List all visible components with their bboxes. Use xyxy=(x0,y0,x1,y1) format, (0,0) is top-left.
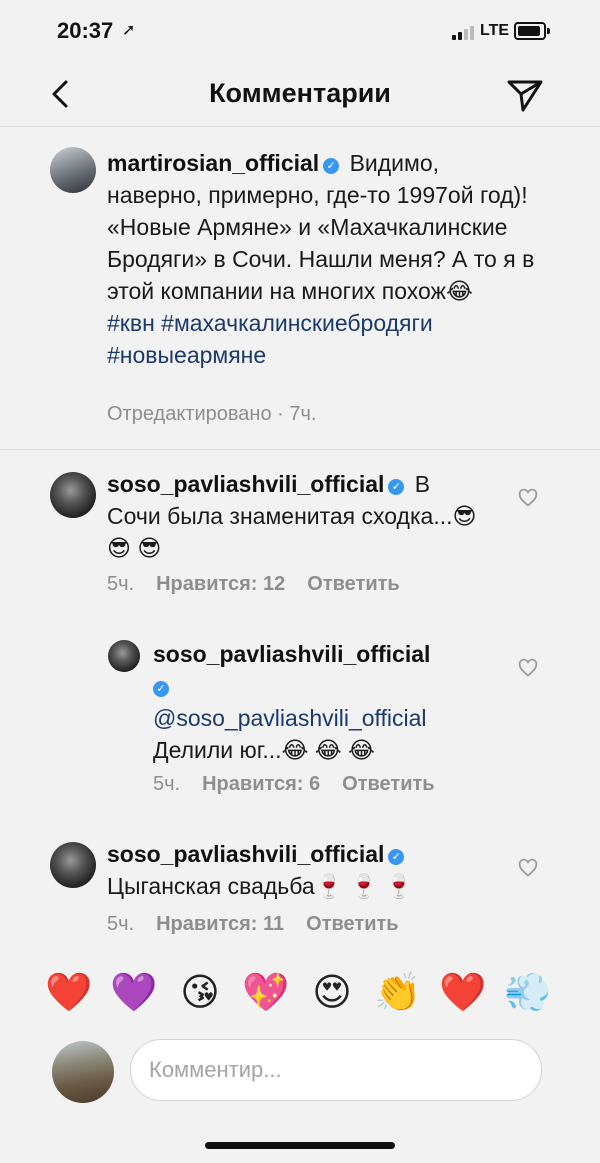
hashtag-link[interactable]: #новыеармяне xyxy=(107,342,266,368)
comment-text: soso_pavliashvili_official ✓ @soso_pavli… xyxy=(153,638,493,766)
comment-input-placeholder: Комментир... xyxy=(149,1057,282,1082)
comment-input[interactable]: Комментир... xyxy=(130,1039,542,1101)
like-heart-icon[interactable] xyxy=(518,488,538,508)
comment-likes[interactable]: Нравится: 11 xyxy=(156,913,284,935)
comment-meta: 5ч. Нравится: 6 Ответить xyxy=(153,773,457,796)
signal-icon xyxy=(452,24,482,40)
verified-icon: ✓ xyxy=(323,158,340,174)
avatar[interactable] xyxy=(108,640,140,672)
dash-emoji[interactable]: 💨 xyxy=(503,967,553,1017)
clapping-hands-emoji[interactable]: 👏 xyxy=(373,967,423,1017)
quick-emoji-bar: ❤️ 💜 😘 💖 😍 👏 ❤️ 💨 xyxy=(0,967,600,1027)
avatar[interactable] xyxy=(50,842,96,888)
comment-likes[interactable]: Нравится: 6 xyxy=(202,773,320,795)
avatar[interactable] xyxy=(50,147,96,193)
post-caption: martirosian_official ✓ Видимо, наверно, п… xyxy=(0,127,600,450)
caption-meta: Отредактировано · 7ч. xyxy=(107,403,317,425)
heart-eyes-emoji[interactable]: 😍 xyxy=(307,967,357,1017)
reply-button[interactable]: Ответить xyxy=(307,573,399,595)
reply-button[interactable]: Ответить xyxy=(306,913,398,935)
sparkling-heart-emoji[interactable]: 💖 xyxy=(241,967,291,1017)
comment-time: 5ч. xyxy=(107,573,135,595)
comment-username[interactable]: soso_pavliashvili_official xyxy=(107,471,384,497)
avatar xyxy=(52,1041,114,1103)
verified-icon: ✓ xyxy=(153,681,169,697)
comment-time: 5ч. xyxy=(107,913,135,935)
caption-username[interactable]: martirosian_official xyxy=(107,150,319,176)
hashtag-link[interactable]: #квн xyxy=(107,310,155,336)
mention-link[interactable]: @soso_pavliashvili_official xyxy=(153,705,427,731)
verified-icon: ✓ xyxy=(388,479,405,495)
share-button[interactable] xyxy=(505,76,545,114)
like-heart-icon[interactable] xyxy=(518,658,538,678)
status-bar: 20:37 ➚ LTE xyxy=(0,0,600,62)
reply-item: soso_pavliashvili_official ✓ @soso_pavli… xyxy=(0,620,600,820)
kiss-face-emoji[interactable]: 😘 xyxy=(175,967,225,1017)
nav-header: Комментарии xyxy=(0,62,600,127)
red-heart-emoji[interactable]: ❤️ xyxy=(44,967,94,1017)
comment-username[interactable]: soso_pavliashvili_official xyxy=(153,641,430,667)
purple-heart-emoji[interactable]: 💜 xyxy=(109,967,159,1017)
location-icon: ➚ xyxy=(122,22,136,39)
comment-item: soso_pavliashvili_official ✓ В Сочи была … xyxy=(0,450,600,610)
comment-time: 5ч. xyxy=(153,773,181,795)
network-type: LTE xyxy=(480,22,510,39)
caption-text: martirosian_official ✓ Видимо, наверно, п… xyxy=(107,147,537,371)
comment-username[interactable]: soso_pavliashvili_official xyxy=(107,841,384,867)
reply-button[interactable]: Ответить xyxy=(342,773,434,795)
battery-icon xyxy=(514,22,550,40)
verified-icon: ✓ xyxy=(388,849,405,865)
comment-item: soso_pavliashvili_official ✓ Цыганская св… xyxy=(0,820,600,950)
comment-likes[interactable]: Нравится: 12 xyxy=(156,573,285,595)
comment-body: Делили юг...😂 😂 😂 xyxy=(153,737,375,763)
comment-text: soso_pavliashvili_official ✓ Цыганская св… xyxy=(107,838,497,902)
avatar[interactable] xyxy=(50,472,96,518)
red-heart-emoji[interactable]: ❤️ xyxy=(438,967,488,1017)
comment-meta: 5ч. Нравится: 12 Ответить xyxy=(107,573,422,596)
comment-text: soso_pavliashvili_official ✓ В Сочи была … xyxy=(107,468,487,564)
comment-body: Цыганская свадьба🍷 🍷 🍷 xyxy=(107,873,414,899)
like-heart-icon[interactable] xyxy=(518,858,538,878)
comment-composer: Комментир... xyxy=(0,1035,600,1115)
status-time: 20:37 xyxy=(57,18,114,43)
comments-screen: 20:37 ➚ LTE Комментарии martirosian_offi… xyxy=(0,0,600,1163)
comment-meta: 5ч. Нравится: 11 Ответить xyxy=(107,913,421,936)
home-indicator[interactable] xyxy=(205,1142,395,1149)
hashtag-link[interactable]: #махачкалинскиебродяги xyxy=(161,310,433,336)
